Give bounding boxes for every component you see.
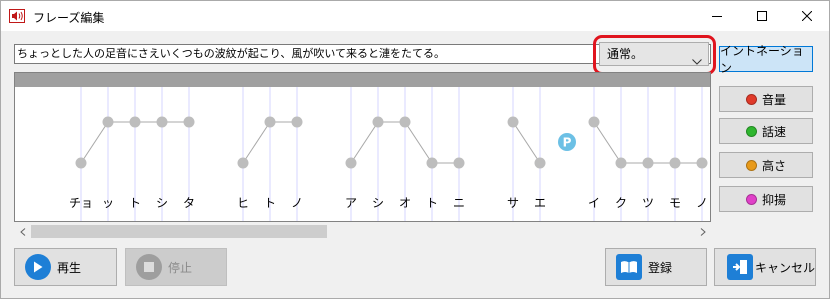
speed-dot-icon	[745, 125, 757, 137]
intonation-dot-icon	[745, 193, 757, 205]
phrase-edit-window: フレーズ編集 ちょっとした人の足音にさえいくつもの波紋が起こり、風が吹いて来ると…	[0, 0, 830, 299]
play-icon	[25, 254, 51, 280]
mora-label: エ	[534, 196, 546, 210]
highlight-annotation	[593, 35, 716, 75]
stop-label: 停止	[168, 260, 193, 275]
mora-label: ト	[264, 196, 276, 210]
scroll-left-icon[interactable]	[14, 223, 31, 240]
mora-label: チョ	[69, 196, 93, 210]
pitch-dot-icon	[745, 159, 757, 171]
mora-label: ノ	[696, 196, 708, 210]
stop-icon	[136, 254, 162, 280]
mora-label: ア	[345, 196, 357, 210]
mora-label: ツ	[642, 196, 654, 210]
pitch-point[interactable]	[345, 157, 357, 169]
book-icon	[616, 254, 642, 280]
curve-segment	[593, 121, 622, 164]
pitch-point[interactable]	[453, 157, 465, 169]
mora-label: タ	[183, 196, 195, 210]
pitch-point[interactable]	[642, 157, 654, 169]
exit-door-icon	[727, 254, 753, 280]
mora-label: シ	[372, 196, 384, 210]
curve-segment	[242, 121, 271, 164]
cancel-label: キャンセル	[755, 260, 816, 275]
mora-label: オ	[399, 196, 411, 210]
mora-label: モ	[669, 196, 681, 210]
tab-intonation-label: イントネーション	[720, 44, 804, 75]
intonation-curve: チョッ ト シ タ ヒ ト ノ ア シ オ ト ニ サ エ イ ク ツ モ ノ P	[69, 87, 708, 221]
pitch-point[interactable]	[291, 116, 303, 128]
tab-volume[interactable]: 音量	[719, 86, 813, 112]
cancel-button[interactable]: キャンセル	[714, 248, 816, 286]
mora-label: イ	[588, 196, 600, 210]
title-bar: フレーズ編集	[1, 1, 829, 31]
mora-label: ト	[426, 196, 438, 210]
pitch-point[interactable]	[372, 116, 384, 128]
register-label: 登録	[648, 260, 673, 275]
horizontal-scrollbar[interactable]	[14, 223, 711, 240]
scrollbar-thumb[interactable]	[31, 225, 327, 238]
pitch-point[interactable]	[399, 116, 411, 128]
play-button[interactable]: 再生	[14, 248, 117, 286]
pitch-point[interactable]	[75, 157, 87, 169]
pitch-point[interactable]	[507, 116, 519, 128]
tab-speed-label: 話速	[761, 124, 786, 139]
scroll-right-icon[interactable]	[694, 223, 711, 240]
pitch-point[interactable]	[183, 116, 195, 128]
pitch-point[interactable]	[264, 116, 276, 128]
pause-marker-label: P	[563, 136, 572, 150]
curve-segment	[350, 121, 379, 164]
mora-label: ノ	[291, 196, 303, 210]
tab-volume-label: 音量	[761, 92, 786, 107]
tab-pitch-label: 高さ	[761, 158, 786, 173]
pitch-point[interactable]	[426, 157, 438, 169]
pitch-point[interactable]	[237, 157, 249, 169]
speaker-app-icon	[9, 9, 25, 23]
pitch-point[interactable]	[669, 157, 681, 169]
mora-label: ト	[129, 196, 141, 210]
mora-label: シ	[156, 196, 168, 210]
pitch-point[interactable]	[156, 116, 168, 128]
mora-label: サ	[507, 196, 519, 210]
pitch-point[interactable]	[588, 116, 600, 128]
pitch-point[interactable]	[102, 116, 114, 128]
pitch-point[interactable]	[129, 116, 141, 128]
curve-segment	[512, 121, 541, 164]
maximize-button[interactable]	[739, 1, 784, 31]
pitch-point[interactable]	[615, 157, 627, 169]
tab-intonation-range-label: 抑揚	[761, 192, 786, 207]
pitch-point[interactable]	[534, 157, 546, 169]
tab-intonation[interactable]: イントネーション	[719, 44, 813, 75]
play-label: 再生	[57, 260, 82, 275]
mora-label: ク	[615, 196, 627, 210]
volume-dot-icon	[745, 93, 757, 105]
minimize-button[interactable]	[694, 1, 739, 31]
mora-label: ッ	[102, 196, 114, 210]
pitch-point[interactable]	[696, 157, 708, 169]
mora-label: ニ	[453, 196, 465, 210]
stop-button[interactable]: 停止	[125, 248, 227, 286]
tab-intonation-range[interactable]: 抑揚	[719, 186, 813, 212]
tab-pitch[interactable]: 高さ	[719, 152, 813, 178]
register-button[interactable]: 登録	[605, 248, 707, 286]
tab-speed[interactable]: 話速	[719, 118, 813, 144]
window-title: フレーズ編集	[33, 11, 105, 25]
mora-label: ヒ	[237, 196, 249, 210]
close-button[interactable]	[784, 1, 829, 31]
intonation-editor[interactable]: チョッ ト シ タ ヒ ト ノ ア シ オ ト ニ サ エ イ ク ツ モ ノ P	[14, 72, 711, 222]
curve-segment	[80, 121, 109, 164]
curve-segment	[404, 121, 433, 164]
